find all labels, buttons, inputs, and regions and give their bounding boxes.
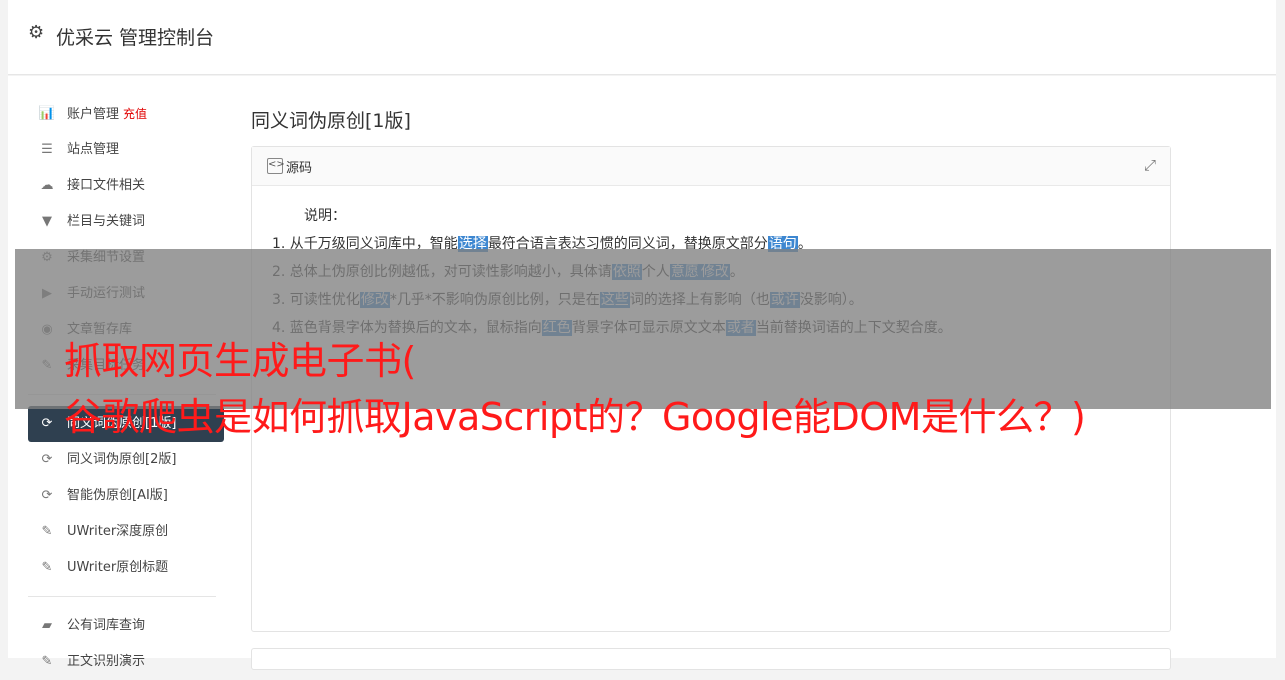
sidebar-item-label: UWriter深度原创 [67, 524, 169, 539]
secondary-card [251, 648, 1171, 670]
filter-icon: ▼ [42, 214, 52, 229]
recharge-link[interactable]: 充值 [123, 107, 147, 121]
sidebar-item[interactable]: 📊 账户管理 充值 [28, 96, 224, 132]
sidebar-item[interactable]: ☁ 接口文件相关 [28, 168, 224, 204]
sidebar-item[interactable]: ▰ 公有词库查询 [28, 608, 224, 644]
edit-icon: ✎ [41, 560, 53, 575]
bar-chart-icon: 📊 [38, 106, 56, 121]
page-title: 同义词伪原创[1版] [251, 110, 411, 132]
sidebar-item-label: 站点管理 [67, 142, 120, 157]
card-header: <> 源码 ⤢ [252, 147, 1170, 186]
cloud-upload-icon: ☁ [40, 178, 54, 193]
sidebar-item-label: 同义词伪原创[2版] [67, 452, 177, 467]
app-title: 优采云 管理控制台 [56, 27, 215, 49]
refresh-icon: ⟳ [41, 488, 53, 503]
headline-line-2: 谷歌爬虫是如何抓取JavaScript的？Google能DOM是什么？) [64, 395, 1086, 439]
server-icon: ☰ [41, 142, 53, 157]
book-icon: ▰ [42, 618, 52, 633]
sidebar-item[interactable]: ☰ 站点管理 [28, 132, 224, 168]
top-bar: ⚙ 优采云 管理控制台 [8, 0, 1276, 75]
refresh-icon: ⟳ [41, 416, 53, 431]
card-header-label: 源码 [286, 161, 313, 176]
sidebar-item[interactable]: ✎ UWriter原创标题 [28, 550, 224, 586]
sidebar-item-label: 智能伪原创[AI版] [67, 488, 168, 503]
edit-icon: ✎ [41, 654, 53, 669]
note-heading: 说明： [304, 208, 346, 224]
gear-icon: ⚙ [28, 22, 45, 43]
sidebar-item-label: 账户管理 [67, 107, 120, 122]
overlay-headline: 抓取网页生成电子书( 谷歌爬虫是如何抓取JavaScript的？Google能D… [64, 333, 1086, 445]
sidebar-divider [28, 596, 216, 597]
sidebar-item[interactable]: ▼ 栏目与关键词 [28, 204, 224, 240]
sidebar-item-label: 正文识别演示 [67, 654, 146, 669]
sidebar-item[interactable]: ✎ 正文识别演示 [28, 644, 224, 680]
code-icon: <> [267, 158, 285, 174]
sidebar-item[interactable]: ⟳ 同义词伪原创[2版] [28, 442, 224, 478]
edit-icon: ✎ [41, 524, 53, 539]
sidebar-item-label: UWriter原创标题 [67, 560, 169, 575]
refresh-icon: ⟳ [41, 452, 53, 467]
sidebar-item-label: 公有词库查询 [67, 618, 146, 633]
sidebar-item-label: 栏目与关键词 [67, 214, 146, 229]
expand-icon[interactable]: ⤢ [1144, 156, 1156, 174]
sidebar-item[interactable]: ✎ UWriter深度原创 [28, 514, 224, 550]
sidebar-item-label: 接口文件相关 [67, 178, 146, 193]
sidebar-item[interactable]: ⟳ 智能伪原创[AI版] [28, 478, 224, 514]
headline-line-1: 抓取网页生成电子书( [64, 339, 416, 383]
